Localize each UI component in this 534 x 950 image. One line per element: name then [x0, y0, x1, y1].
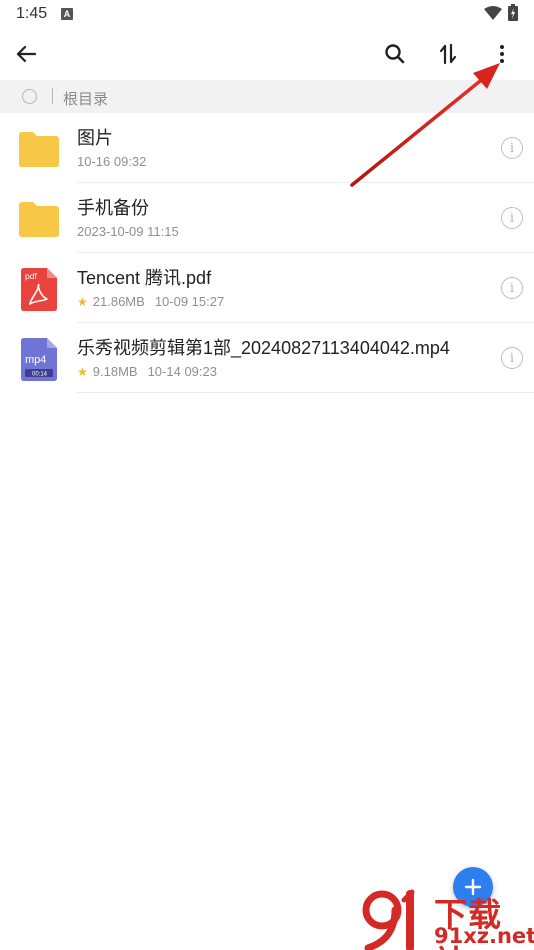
status-bar: 1:45 A — [0, 0, 534, 30]
file-name: Tencent 腾讯.pdf — [77, 268, 212, 288]
list-item[interactable]: 手机备份 2023-10-09 11:15 i — [0, 183, 534, 253]
info-icon[interactable]: i — [501, 207, 523, 229]
search-icon — [385, 44, 405, 64]
toolbar — [0, 30, 534, 78]
star-icon: ★ — [77, 364, 88, 379]
file-meta: ★ 9.18MB 10-14 09:23 — [77, 364, 217, 379]
vertical-dots-icon — [500, 45, 504, 63]
divider — [77, 392, 534, 393]
back-button[interactable] — [8, 36, 44, 72]
status-time: 1:45 — [16, 5, 48, 22]
svg-text:00:14: 00:14 — [32, 372, 48, 378]
sort-icon — [439, 43, 457, 65]
watermark-logo-icon — [362, 889, 415, 950]
file-meta: 10-16 09:32 — [77, 154, 146, 169]
file-meta: ★ 21.86MB 10-09 15:27 — [77, 294, 224, 309]
folder-icon — [19, 132, 59, 167]
wifi-icon — [484, 6, 502, 20]
notification-icon: A — [61, 8, 73, 20]
folder-icon — [19, 202, 59, 237]
info-icon[interactable]: i — [501, 347, 523, 369]
list-item[interactable]: 图片 10-16 09:32 i — [0, 113, 534, 183]
breadcrumb-root[interactable]: 根目录 — [63, 88, 108, 109]
battery-icon — [508, 4, 518, 21]
file-name: 图片 — [77, 128, 113, 148]
pdf-file-icon: pdf — [21, 268, 57, 311]
file-name: 手机备份 — [77, 198, 149, 218]
list-item[interactable]: pdf Tencent 腾讯.pdf ★ 21.86MB 10-09 15:27… — [0, 253, 534, 323]
file-date: 2023-10-09 11:15 — [77, 224, 179, 239]
watermark-url: 91xz.net — [434, 924, 534, 948]
search-button[interactable] — [377, 36, 413, 72]
file-size: 9.18MB — [92, 364, 138, 379]
file-date: 10-16 09:32 — [77, 154, 147, 169]
path-separator — [52, 88, 53, 104]
file-name: 乐秀视频剪辑第1部_20240827113404042.mp4 — [77, 338, 450, 358]
video-file-icon: mp4 00:14 — [21, 338, 57, 381]
star-icon: ★ — [77, 294, 88, 309]
list-item[interactable]: mp4 00:14 乐秀视频剪辑第1部_20240827113404042.mp… — [0, 323, 534, 393]
info-icon[interactable]: i — [501, 137, 523, 159]
svg-text:mp4: mp4 — [25, 354, 46, 366]
info-icon[interactable]: i — [501, 277, 523, 299]
file-meta: 2023-10-09 11:15 — [77, 224, 179, 239]
select-all-radio[interactable] — [22, 89, 37, 104]
file-size: 21.86MB — [92, 294, 145, 309]
file-date: 10-09 15:27 — [154, 294, 225, 309]
path-bar: 根目录 — [0, 80, 534, 113]
file-list: 图片 10-16 09:32 i 手机备份 2023-10-09 11:15 i… — [0, 113, 534, 393]
arrow-left-icon — [16, 45, 37, 63]
more-options-button[interactable] — [484, 36, 520, 72]
watermark: 下载站 91xz.net — [362, 888, 534, 950]
svg-text:pdf: pdf — [25, 271, 37, 281]
file-date: 10-14 09:23 — [147, 364, 217, 379]
sort-button[interactable] — [430, 36, 466, 72]
